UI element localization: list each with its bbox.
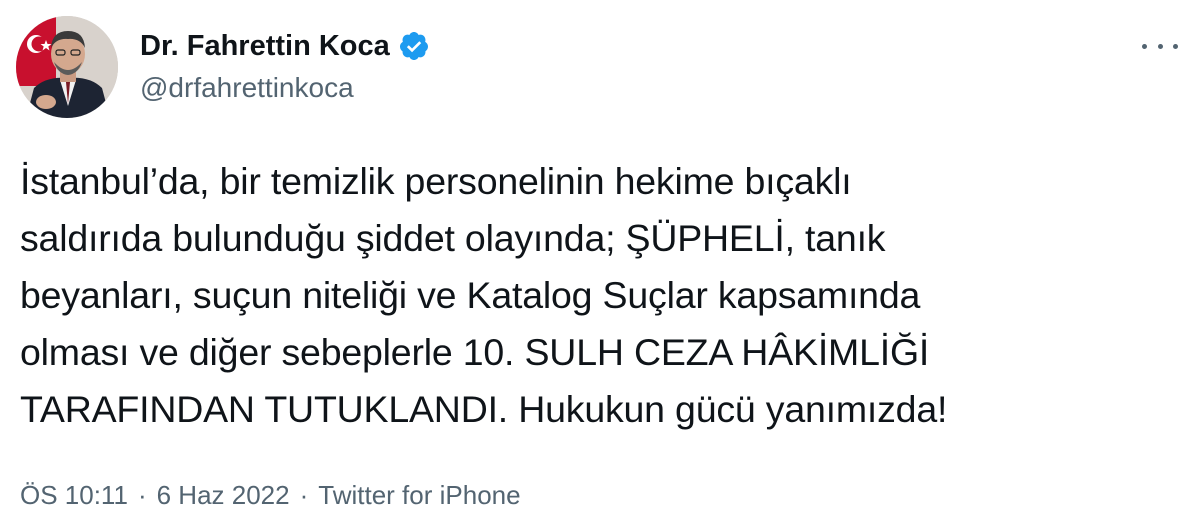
more-options-icon[interactable] <box>1142 34 1178 58</box>
tweet-date[interactable]: 6 Haz 2022 <box>157 480 290 511</box>
author-block: Dr. Fahrettin Koca @drfahrettinkoca <box>140 26 430 106</box>
meta-separator: · <box>299 480 309 510</box>
avatar-image <box>16 16 118 118</box>
meta-separator: · <box>137 480 147 510</box>
tweet-text: İstanbul’da, bir temizlik personelinin h… <box>20 160 948 430</box>
verified-badge-icon <box>398 30 430 62</box>
avatar[interactable] <box>16 16 118 118</box>
more-dot <box>1157 43 1163 49</box>
display-name[interactable]: Dr. Fahrettin Koca <box>140 30 390 63</box>
tweet-card: Dr. Fahrettin Koca @drfahrettinkoca İsta… <box>0 0 1200 527</box>
more-dot <box>1173 43 1178 49</box>
more-dot <box>1142 43 1147 49</box>
tweet-source[interactable]: Twitter for iPhone <box>318 480 520 511</box>
tweet-time[interactable]: ÖS 10:11 <box>20 480 128 511</box>
tweet-meta: ÖS 10:11 · 6 Haz 2022 · Twitter for iPho… <box>20 480 521 511</box>
name-row: Dr. Fahrettin Koca <box>140 26 430 66</box>
author-handle[interactable]: @drfahrettinkoca <box>140 70 430 106</box>
